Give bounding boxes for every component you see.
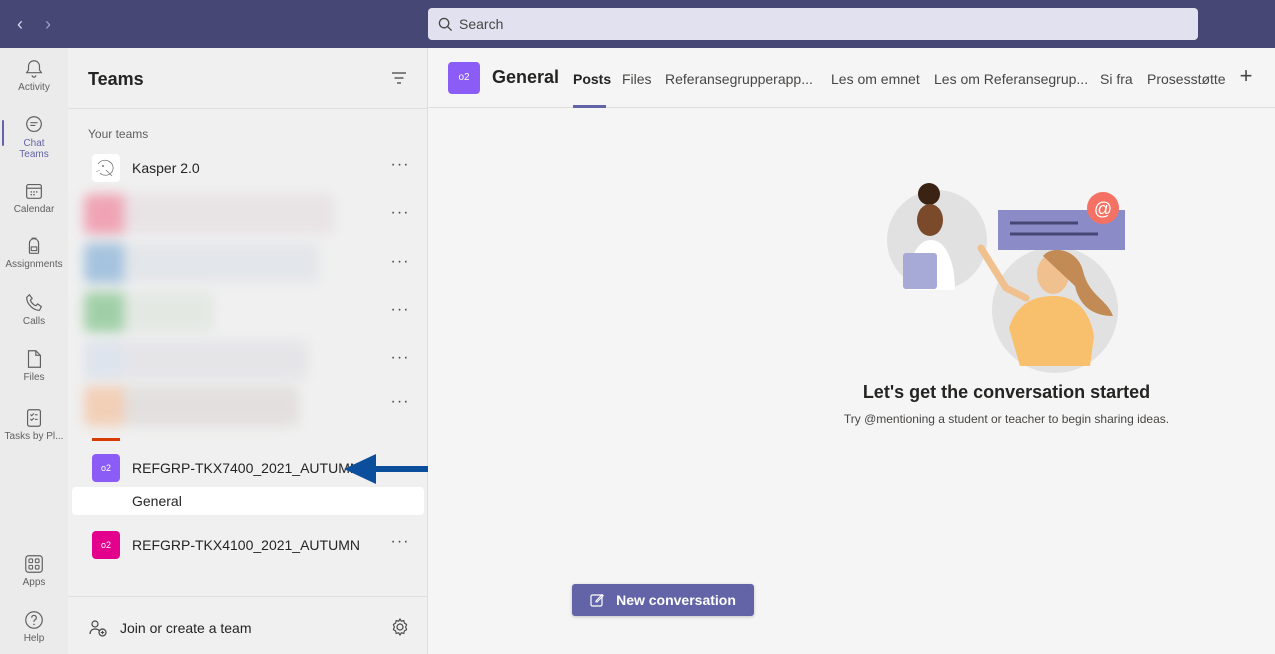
blurred-team xyxy=(84,340,309,380)
rail-label: Activity xyxy=(18,82,50,93)
teams-panel: Teams Your teams Kasper 2.0 ··· ··· ··· … xyxy=(68,48,428,654)
people-add-icon xyxy=(89,620,107,637)
tab-files[interactable]: Files xyxy=(622,71,652,87)
rail-label: Apps xyxy=(22,577,46,588)
team-avatar xyxy=(92,154,120,182)
more-options-icon[interactable]: ··· xyxy=(390,204,410,224)
tab-posts[interactable]: Posts xyxy=(573,71,611,87)
rail-calendar[interactable]: Calendar xyxy=(0,180,68,232)
rail-files[interactable]: Files xyxy=(0,348,68,400)
team-avatar: o2 xyxy=(92,531,120,559)
file-icon xyxy=(27,350,42,368)
bell-icon xyxy=(25,60,43,78)
search-icon xyxy=(438,17,453,31)
more-options-icon[interactable]: ··· xyxy=(390,301,410,321)
backpack-icon xyxy=(28,237,40,254)
rail-label: Files xyxy=(23,372,45,383)
forward-arrow-icon[interactable]: › xyxy=(38,14,58,34)
rail-apps[interactable]: Apps xyxy=(0,553,68,605)
active-indicator xyxy=(2,120,4,146)
svg-text:@: @ xyxy=(1094,199,1112,219)
join-label: Join or create a team xyxy=(120,620,252,636)
rail-label: Chat xyxy=(23,138,45,149)
team-avatar: o2 xyxy=(92,454,120,482)
team-item-kasper[interactable]: Kasper 2.0 ··· xyxy=(72,148,424,188)
gear-icon[interactable] xyxy=(390,617,410,637)
channel-avatar: o2 xyxy=(448,62,480,94)
app-rail: Activity Chat Teams Calendar Assignments… xyxy=(0,48,68,654)
blurred-team xyxy=(84,386,299,426)
join-create-team[interactable]: Join or create a team xyxy=(88,616,252,640)
apps-icon xyxy=(25,555,43,573)
partial-avatar xyxy=(92,438,120,441)
rail-label: Calendar xyxy=(13,204,55,215)
rail-chat-teams[interactable]: Chat Teams xyxy=(0,114,68,166)
tab-les-om-emnet[interactable]: Les om emnet xyxy=(831,71,920,87)
new-conversation-label: New conversation xyxy=(616,592,736,608)
sketch-logo-icon xyxy=(95,159,114,177)
help-icon xyxy=(25,611,43,629)
rail-label: Tasks by Pl... xyxy=(4,431,64,442)
rail-assignments[interactable]: Assignments xyxy=(0,235,68,287)
conversation-illustration: @ xyxy=(887,183,1125,373)
tab-prosesstotte[interactable]: Prosesstøtte xyxy=(1147,71,1226,87)
rail-activity[interactable]: Activity xyxy=(0,58,68,110)
rail-label: Help xyxy=(23,633,45,644)
panel-title: Teams xyxy=(88,69,144,89)
rail-label: Assignments xyxy=(5,259,63,270)
calendar-icon xyxy=(26,183,42,199)
filter-icon[interactable] xyxy=(390,70,408,86)
tab-si-fra[interactable]: Si fra xyxy=(1100,71,1133,87)
section-label: Your teams xyxy=(88,127,149,141)
tab-les-om-referansegrup[interactable]: Les om Referansegrup... xyxy=(934,71,1088,87)
channel-item-general[interactable]: General xyxy=(72,487,424,515)
more-options-icon[interactable]: ··· xyxy=(390,349,410,369)
tasks-icon xyxy=(26,409,42,427)
new-conversation-button[interactable]: New conversation xyxy=(572,584,754,616)
divider xyxy=(68,596,428,597)
channel-name: General xyxy=(132,493,182,509)
team-name: REFGRP-TKX4100_2021_AUTUMN xyxy=(132,537,360,553)
divider xyxy=(68,108,428,109)
team-name: Kasper 2.0 xyxy=(132,160,200,176)
rail-calls[interactable]: Calls xyxy=(0,292,68,344)
add-tab-icon[interactable]: + xyxy=(1236,65,1256,87)
rail-help[interactable]: Help xyxy=(0,609,68,654)
back-arrow-icon[interactable]: ‹ xyxy=(10,14,30,34)
main-area: o2 General Posts Files Referansegruppera… xyxy=(428,48,1275,654)
active-tab-indicator xyxy=(573,105,606,108)
blurred-team xyxy=(84,243,319,283)
more-options-icon[interactable]: ··· xyxy=(390,253,410,273)
top-bar: ‹ › xyxy=(0,0,1275,48)
empty-state-title: Let's get the conversation started xyxy=(862,382,1151,402)
tab-referansegrupperapp[interactable]: Referansegrupperapp... xyxy=(665,71,813,87)
channel-title: General xyxy=(492,67,560,87)
empty-state-subtitle: Try @mentioning a student or teacher to … xyxy=(843,412,1170,426)
more-options-icon[interactable]: ··· xyxy=(390,156,410,176)
phone-icon xyxy=(26,293,43,311)
search-box[interactable] xyxy=(428,8,1198,40)
chat-icon xyxy=(26,116,42,133)
more-options-icon[interactable]: ··· xyxy=(390,533,410,553)
blurred-team xyxy=(84,292,214,332)
team-name: REFGRP-TKX7400_2021_AUTUMN xyxy=(132,460,360,476)
rail-tasks[interactable]: Tasks by Pl... xyxy=(0,407,68,459)
compose-icon xyxy=(590,593,605,607)
search-input[interactable] xyxy=(459,16,1159,32)
channel-header: o2 General Posts Files Referansegruppera… xyxy=(428,48,1275,108)
team-item-tkx4100[interactable]: o2 REFGRP-TKX4100_2021_AUTUMN ··· xyxy=(72,525,424,565)
rail-label-teams: Teams xyxy=(19,149,49,160)
rail-label: Calls xyxy=(22,316,46,327)
more-options-icon[interactable]: ··· xyxy=(390,393,410,413)
blurred-team xyxy=(84,194,334,234)
